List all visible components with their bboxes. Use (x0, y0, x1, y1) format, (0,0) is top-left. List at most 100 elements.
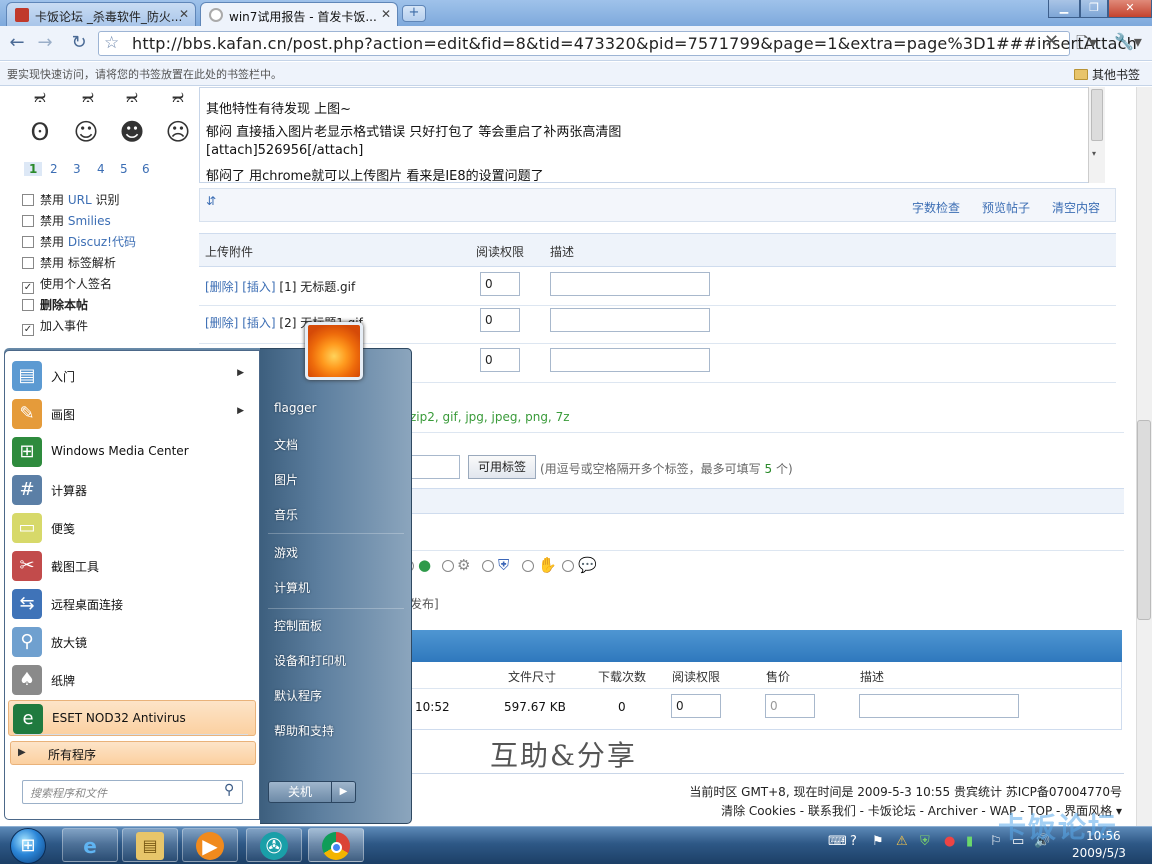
start-place-item[interactable]: 设备和打印机 (274, 652, 346, 669)
smiley-page-1[interactable]: 1 (24, 162, 43, 176)
preview-link[interactable]: 预览帖子 (982, 199, 1030, 216)
smiley-icon[interactable]: ☻ (116, 118, 148, 148)
start-program-item[interactable]: ▤ 入门 ▶ (8, 358, 256, 394)
shield-tray-icon[interactable]: ⛨ (920, 834, 930, 849)
option-link[interactable]: URL (68, 193, 92, 207)
insert-link[interactable]: [插入] (242, 316, 275, 330)
reload-icon[interactable]: ↻ (68, 33, 90, 55)
start-program-item[interactable]: ✎ 画图 ▶ (8, 396, 256, 432)
start-place-item[interactable]: 计算机 (274, 579, 310, 596)
smiley-page-4[interactable]: 4 (97, 162, 105, 176)
close-window-button[interactable]: ✕ (1108, 0, 1152, 18)
user-picture[interactable] (305, 322, 363, 380)
start-program-item[interactable]: ⊞ Windows Media Center (8, 434, 256, 470)
available-tags-button[interactable]: 可用标签 (468, 455, 536, 479)
start-program-item[interactable]: ✂ 截图工具 (8, 548, 256, 584)
start-program-item[interactable]: ⚲ 放大镜 (8, 624, 256, 660)
icon-radio[interactable] (522, 560, 534, 572)
taskbar-explorer-button[interactable]: ▤ (122, 828, 178, 862)
editor-scrollbar[interactable]: ▾ (1088, 87, 1105, 183)
post-option[interactable]: ✓ 加入事件 (22, 317, 88, 336)
scroll-down-icon[interactable]: ▾ (1092, 149, 1096, 158)
delete-link[interactable]: [删除] (205, 316, 238, 330)
taskbar-media-player-button[interactable]: ▶ (182, 828, 238, 862)
new-tab-button[interactable]: + (402, 5, 426, 22)
tag-input[interactable] (410, 455, 460, 479)
icon-radio[interactable] (442, 560, 454, 572)
post-option[interactable]: 删除本帖 (22, 296, 88, 313)
file-desc-input[interactable] (859, 694, 1019, 718)
address-url[interactable]: http://bbs.kafan.cn/post.php?action=edit… (132, 34, 1137, 53)
network-icon[interactable]: ⚑ (872, 834, 884, 849)
page-menu-icon[interactable]: 🗋▾ (1076, 32, 1097, 59)
security-icon[interactable]: ⚠ (896, 834, 908, 849)
read-perm-input[interactable]: 0 (480, 308, 520, 332)
keyboard-icon[interactable]: ⌨ (828, 834, 847, 849)
editor-scroll-thumb[interactable] (1091, 89, 1103, 141)
bookmark-star-icon[interactable]: ☆ (104, 33, 119, 53)
forward-arrow-icon[interactable]: → (34, 33, 56, 55)
start-place-item[interactable]: 帮助和支持 (274, 722, 334, 739)
post-option[interactable]: 禁用 Discuz!代码 (22, 233, 136, 250)
start-place-item[interactable]: 游戏 (274, 544, 298, 561)
post-option[interactable]: 禁用 标签解析 (22, 254, 116, 271)
description-input[interactable] (550, 348, 710, 372)
start-program-item[interactable]: ▭ 便笺 (8, 510, 256, 546)
antivirus-tray-icon[interactable]: ● (944, 834, 955, 849)
smiley-page-6[interactable]: 6 (142, 162, 150, 176)
resize-icon[interactable]: ⇵ (206, 194, 216, 208)
option-link[interactable]: Smilies (68, 214, 111, 228)
page-scroll-thumb[interactable] (1137, 420, 1151, 620)
description-input[interactable] (550, 308, 710, 332)
shutdown-options-button[interactable]: ▶ (332, 781, 356, 803)
option-checkbox[interactable] (22, 299, 34, 311)
read-perm-input[interactable]: 0 (480, 272, 520, 296)
smiley-icon[interactable]: ʘ (24, 118, 56, 148)
start-place-item[interactable]: 文档 (274, 436, 298, 453)
smiley-page-2[interactable]: 2 (50, 162, 58, 176)
smiley-icon[interactable]: ಠ (72, 86, 104, 102)
back-arrow-icon[interactable]: ← (6, 33, 28, 55)
tab-close-icon[interactable]: ✕ (381, 7, 391, 21)
start-place-item[interactable]: 图片 (274, 471, 298, 488)
battery-icon[interactable]: ▮ (966, 834, 973, 849)
maximize-button[interactable]: ❐ (1080, 0, 1108, 18)
option-checkbox[interactable]: ✓ (22, 282, 34, 294)
clock-date[interactable]: 2009/5/3 (1072, 846, 1126, 860)
icon-radio[interactable] (482, 560, 494, 572)
taskbar-ie-button[interactable]: e (62, 828, 118, 862)
taskbar-media-center-button[interactable]: ✇ (246, 828, 302, 862)
start-program-item[interactable]: ♠ 纸牌 (8, 662, 256, 698)
post-option[interactable]: 禁用 URL 识别 (22, 191, 119, 208)
start-button[interactable]: ⊞ (10, 828, 46, 864)
smiley-page-3[interactable]: 3 (73, 162, 81, 176)
option-checkbox[interactable] (22, 236, 34, 248)
minimize-button[interactable]: ▁ (1048, 0, 1080, 18)
start-program-item[interactable]: e ESET NOD32 Antivirus (8, 700, 256, 736)
file-perm-input[interactable]: 0 (671, 694, 721, 718)
file-price-input[interactable]: 0 (765, 694, 815, 718)
start-program-item[interactable]: ⇆ 远程桌面连接 (8, 586, 256, 622)
tab-kafan-home[interactable]: 卡饭论坛 _杀毒软件_防火... ✕ (6, 2, 196, 26)
search-icon[interactable]: ⚲ (224, 782, 234, 798)
word-check-link[interactable]: 字数检查 (912, 199, 960, 216)
smiley-icon[interactable]: ☺ (70, 118, 102, 148)
help-icon[interactable]: ? (850, 834, 857, 849)
clock-time[interactable]: 10:56 (1086, 829, 1121, 843)
insert-link[interactable]: [插入] (242, 280, 275, 294)
tab-close-icon[interactable]: ✕ (179, 7, 189, 21)
post-option[interactable]: ✓ 使用个人签名 (22, 275, 112, 294)
clear-content-link[interactable]: 清空内容 (1052, 199, 1100, 216)
smiley-icon[interactable]: ಠ (116, 86, 148, 102)
option-checkbox[interactable] (22, 194, 34, 206)
all-programs-button[interactable] (10, 741, 256, 765)
option-checkbox[interactable]: ✓ (22, 324, 34, 336)
start-place-item[interactable]: 音乐 (274, 506, 298, 523)
smiley-icon[interactable]: ಠ (162, 86, 194, 102)
wrench-menu-icon[interactable]: 🔧▾ (1114, 32, 1142, 51)
start-place-item[interactable]: flagger (274, 401, 316, 415)
post-option[interactable]: 禁用 Smilies (22, 212, 111, 229)
start-place-item[interactable]: 控制面板 (274, 617, 322, 634)
smiley-icon[interactable]: ಠ (24, 86, 56, 102)
start-program-item[interactable]: # 计算器 (8, 472, 256, 508)
